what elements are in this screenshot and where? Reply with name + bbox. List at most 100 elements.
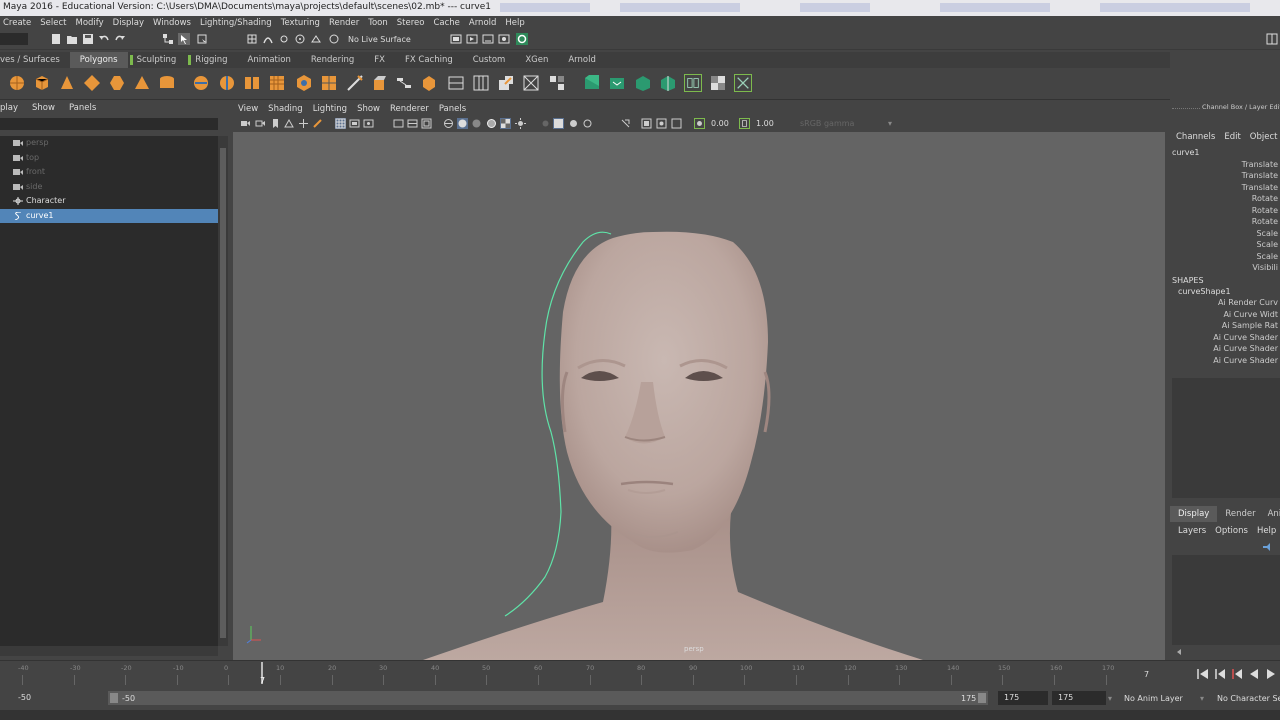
redo-icon[interactable] (114, 33, 126, 45)
extract-icon[interactable] (243, 74, 261, 92)
shadows-icon[interactable] (540, 118, 551, 129)
outliner-item-curve1[interactable]: curve1 (0, 208, 218, 223)
2d-pan-zoom-icon[interactable] (298, 118, 309, 129)
snap-view-plane-icon[interactable] (310, 33, 322, 45)
motion-blur-icon[interactable] (568, 118, 579, 129)
attr-rotate-y[interactable]: Rotate (1252, 206, 1278, 215)
character-head-model[interactable] (233, 132, 1165, 660)
attr-ai-curve-shader-g[interactable]: Ai Curve Shader (1213, 344, 1278, 353)
poly-torus-icon[interactable] (108, 74, 126, 92)
save-scene-icon[interactable] (82, 33, 94, 45)
tab-animation[interactable]: Animation (238, 52, 301, 68)
tab-polygons[interactable]: Polygons (69, 52, 128, 68)
isolate-select-icon[interactable] (641, 118, 652, 129)
menu-texturing[interactable]: Texturing (278, 16, 326, 30)
textured-icon[interactable] (500, 118, 511, 129)
attr-scale-x[interactable]: Scale (1256, 229, 1278, 238)
render-view-icon[interactable] (450, 33, 462, 45)
safe-action-icon[interactable] (421, 118, 432, 129)
multi-cut-icon[interactable] (346, 74, 364, 92)
chevron-down-icon[interactable]: ▾ (1200, 694, 1204, 703)
fill-hole-icon[interactable] (522, 74, 540, 92)
wireframe-on-shaded-icon[interactable] (486, 118, 497, 129)
viewport-menu-view[interactable]: View (233, 102, 263, 116)
poly-pipe-icon[interactable] (158, 74, 176, 92)
tab-display-layers[interactable]: Display (1170, 506, 1218, 522)
step-back-key-icon[interactable] (1213, 668, 1227, 680)
attr-translate-x[interactable]: Translate (1242, 160, 1278, 169)
viewport-menu-shading[interactable]: Shading (263, 102, 308, 116)
film-gate-icon[interactable] (349, 118, 360, 129)
layer-menu-options[interactable]: Options (1215, 526, 1248, 536)
current-frame-field[interactable]: 7 (1144, 670, 1194, 684)
combine-icon[interactable] (192, 74, 210, 92)
range-start-handle[interactable] (110, 693, 118, 703)
screen-space-ao-icon[interactable] (553, 118, 564, 129)
panel-grip[interactable] (1172, 108, 1200, 110)
tab-render-layers[interactable]: Render (1217, 506, 1263, 522)
snap-grid-icon[interactable] (246, 33, 258, 45)
poly-plane-icon[interactable] (133, 74, 151, 92)
menu-windows[interactable]: Windows (150, 16, 197, 30)
tab-sculpting[interactable]: Sculpting (135, 52, 187, 68)
undo-icon[interactable] (98, 33, 110, 45)
menu-stereo[interactable]: Stereo (394, 16, 431, 30)
layer-menu-layers[interactable]: Layers (1178, 526, 1206, 536)
snap-curve-icon[interactable] (262, 33, 274, 45)
tab-fx-caching[interactable]: FX Caching (395, 52, 463, 68)
poly-cone-icon[interactable] (83, 74, 101, 92)
xray-joints-icon[interactable] (671, 118, 682, 129)
menu-render[interactable]: Render (326, 16, 365, 30)
attr-ai-curve-shader-b[interactable]: Ai Curve Shader (1213, 356, 1278, 365)
character-set-dropdown[interactable]: No Character Set (1217, 694, 1280, 703)
uv-editor-icon[interactable] (684, 74, 702, 92)
range-slider[interactable] (108, 691, 988, 705)
attr-ai-render-curve[interactable]: Ai Render Curv (1218, 298, 1278, 307)
render-frame-icon[interactable] (466, 33, 478, 45)
bookmark-icon[interactable] (270, 118, 281, 129)
range-end-handle[interactable] (978, 693, 986, 703)
hypershade-icon[interactable] (516, 33, 528, 45)
outliner-item-persp[interactable]: persp (0, 136, 218, 151)
smooth-shade-icon[interactable] (457, 118, 468, 129)
menu-cache[interactable]: Cache (430, 16, 465, 30)
step-back-frame-icon[interactable] (1230, 668, 1244, 680)
select-camera-icon[interactable] (240, 118, 251, 129)
planar-map-icon[interactable] (583, 74, 601, 92)
tab-curves-surfaces[interactable]: ves / Surfaces (0, 52, 70, 68)
outliner-search-field[interactable] (0, 118, 218, 130)
menu-modify[interactable]: Modify (72, 16, 109, 30)
poly-sphere-icon[interactable] (8, 74, 26, 92)
attr-translate-z[interactable]: Translate (1242, 183, 1278, 192)
tab-xgen[interactable]: XGen (515, 52, 558, 68)
bridge-icon[interactable] (395, 74, 413, 92)
offset-edge-loop-icon[interactable] (472, 74, 490, 92)
layer-menu-help[interactable]: Help (1257, 526, 1276, 536)
use-default-material-icon[interactable] (471, 118, 482, 129)
scrollbar-thumb[interactable] (220, 148, 226, 638)
poly-cube-icon[interactable] (33, 74, 51, 92)
menu-toon[interactable]: Toon (365, 16, 394, 30)
depth-of-field-icon[interactable] (620, 118, 631, 129)
extrude-icon[interactable] (370, 74, 388, 92)
gamma-value[interactable]: 1.00 (756, 118, 774, 129)
animation-end-field[interactable]: 175 (1052, 691, 1106, 705)
menu-arnold[interactable]: Arnold (466, 16, 503, 30)
image-plane-icon[interactable] (284, 118, 295, 129)
outliner-vertical-scrollbar[interactable] (218, 136, 228, 646)
viewport-menu-lighting[interactable]: Lighting (308, 102, 352, 116)
new-scene-icon[interactable] (50, 33, 62, 45)
outliner-item-front[interactable]: front (0, 165, 218, 180)
separate-icon[interactable] (218, 74, 236, 92)
unfold-uv-icon[interactable] (734, 74, 752, 92)
go-to-start-icon[interactable] (1196, 668, 1210, 680)
poly-cylinder-icon[interactable] (58, 74, 76, 92)
outliner-menu-display[interactable]: play (0, 100, 18, 117)
automatic-map-icon[interactable] (659, 74, 677, 92)
tab-fx[interactable]: FX (364, 52, 395, 68)
tab-anim-layers[interactable]: Ani (1264, 506, 1280, 522)
use-all-lights-icon[interactable] (515, 118, 526, 129)
grease-pencil-icon[interactable] (312, 118, 323, 129)
attr-scale-z[interactable]: Scale (1256, 252, 1278, 261)
anim-layer-dropdown[interactable]: No Anim Layer (1124, 694, 1183, 703)
